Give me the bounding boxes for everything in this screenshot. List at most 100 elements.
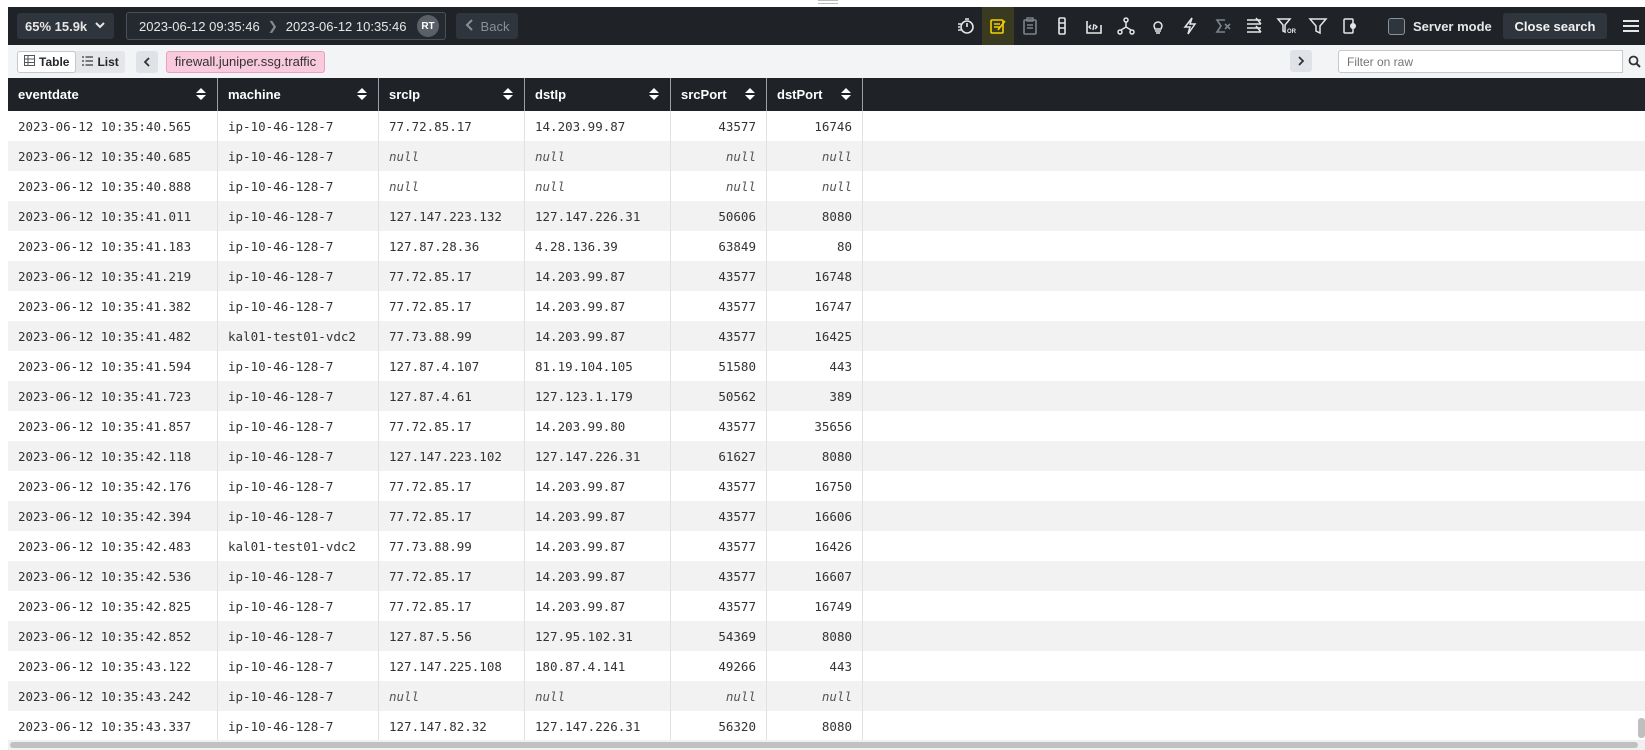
zoom-count-label: 65% 15.9k: [25, 18, 88, 34]
zoom-count-dropdown[interactable]: 65% 15.9k: [17, 13, 114, 39]
table-row[interactable]: 2023-06-12 10:35:41.594 ip-10-46-128-7 127…: [8, 351, 1645, 381]
table-cell-machine: ip-10-46-128-7: [218, 291, 379, 321]
table-cell-srcport: null: [671, 171, 767, 201]
time-range-picker[interactable]: 2023-06-12 09:35:46 ❯ 2023-06-12 10:35:4…: [126, 12, 446, 40]
table-row[interactable]: 2023-06-12 10:35:41.011 ip-10-46-128-7 127…: [8, 201, 1645, 231]
table-cell-eventdate: 2023-06-12 10:35:43.122: [8, 651, 218, 681]
next-tag-button[interactable]: [1290, 50, 1312, 72]
filter-raw-input[interactable]: [1338, 50, 1623, 73]
list-view-button[interactable]: List: [76, 51, 124, 73]
table-row[interactable]: 2023-06-12 10:35:43.337 ip-10-46-128-7 127…: [8, 711, 1645, 741]
horizontal-scrollbar[interactable]: [8, 740, 1645, 750]
filter-icon[interactable]: [1302, 7, 1334, 45]
table-row[interactable]: 2023-06-12 10:35:41.723 ip-10-46-128-7 127…: [8, 381, 1645, 411]
column-header-label: eventdate: [18, 87, 79, 102]
menu-icon[interactable]: [1619, 7, 1643, 45]
table-row[interactable]: 2023-06-12 10:35:42.852 ip-10-46-128-7 127…: [8, 621, 1645, 651]
columns-icon[interactable]: [1046, 7, 1078, 45]
table-cell-machine: ip-10-46-128-7: [218, 441, 379, 471]
table-row[interactable]: 2023-06-12 10:35:42.176 ip-10-46-128-7 77.…: [8, 471, 1645, 501]
table-cell-eventdate: 2023-06-12 10:35:41.382: [8, 291, 218, 321]
table-icon: [24, 54, 35, 69]
table-cell-eventdate: 2023-06-12 10:35:42.536: [8, 561, 218, 591]
table-cell-machine: ip-10-46-128-7: [218, 381, 379, 411]
filter-or-icon[interactable]: OR: [1270, 7, 1302, 45]
table-view-button[interactable]: Table: [17, 50, 77, 73]
table-cell-dstport: null: [767, 681, 863, 711]
column-header-dstport[interactable]: dstPort: [767, 78, 863, 111]
stacked-lines-icon[interactable]: [1238, 7, 1270, 45]
table-row[interactable]: 2023-06-12 10:35:40.888 ip-10-46-128-7 nul…: [8, 171, 1645, 201]
table-cell-dstip: null: [525, 681, 671, 711]
table-cell-machine: ip-10-46-128-7: [218, 621, 379, 651]
clear-formula-icon[interactable]: [1206, 7, 1238, 45]
table-row[interactable]: 2023-06-12 10:35:43.242 ip-10-46-128-7 nul…: [8, 681, 1645, 711]
column-header-dstip[interactable]: dstIp: [525, 78, 671, 111]
table-row[interactable]: 2023-06-12 10:35:42.536 ip-10-46-128-7 77.…: [8, 561, 1645, 591]
column-header-machine[interactable]: machine: [218, 78, 379, 111]
export-icon[interactable]: [1334, 7, 1366, 45]
server-mode-checkbox[interactable]: [1388, 17, 1405, 35]
table-row[interactable]: 2023-06-12 10:35:41.183 ip-10-46-128-7 127…: [8, 231, 1645, 261]
table-row[interactable]: 2023-06-12 10:35:43.122 ip-10-46-128-7 127…: [8, 651, 1645, 681]
sort-icon[interactable]: [648, 87, 660, 104]
table-cell-dstip: 127.95.102.31: [525, 621, 671, 651]
search-icon[interactable]: [1623, 50, 1645, 73]
vertical-scrollbar-thumb[interactable]: [1638, 718, 1645, 738]
table-cell-srcport: 43577: [671, 591, 767, 621]
highlight-icon[interactable]: [982, 7, 1014, 45]
table-cell-dstip: 14.203.99.87: [525, 111, 671, 141]
table-cell-dstip: 127.147.226.31: [525, 441, 671, 471]
table-row[interactable]: 2023-06-12 10:35:41.482 kal01-test01-vdc2…: [8, 321, 1645, 351]
table-cell-eventdate: 2023-06-12 10:35:42.394: [8, 501, 218, 531]
code-icon[interactable]: [1078, 7, 1110, 45]
table-cell-srcip: null: [379, 681, 525, 711]
lightning-icon[interactable]: [1174, 7, 1206, 45]
table-cell-srcport: 43577: [671, 111, 767, 141]
table-row[interactable]: 2023-06-12 10:35:42.118 ip-10-46-128-7 127…: [8, 441, 1645, 471]
realtime-badge[interactable]: RT: [417, 15, 439, 37]
horizontal-scrollbar-thumb[interactable]: [10, 742, 1638, 748]
svg-text:OR: OR: [1287, 29, 1296, 35]
resize-grip[interactable]: [818, 0, 838, 4]
view-toolbar: Table List firewall.juniper.ssg.traffic: [8, 45, 1645, 79]
network-icon[interactable]: [1110, 7, 1142, 45]
table-row[interactable]: 2023-06-12 10:35:41.857 ip-10-46-128-7 77.…: [8, 411, 1645, 441]
column-header-srcport[interactable]: srcPort: [671, 78, 767, 111]
back-button[interactable]: Back: [456, 13, 518, 39]
table-cell-dstip: 180.87.4.141: [525, 651, 671, 681]
prev-tag-button[interactable]: [135, 50, 158, 73]
stopwatch-icon[interactable]: [950, 7, 982, 45]
table-row[interactable]: 2023-06-12 10:35:42.483 kal01-test01-vdc2…: [8, 531, 1645, 561]
table-row[interactable]: 2023-06-12 10:35:40.565 ip-10-46-128-7 77.…: [8, 111, 1645, 141]
table-cell-srcip: null: [379, 171, 525, 201]
table-row[interactable]: 2023-06-12 10:35:40.685 ip-10-46-128-7 nul…: [8, 141, 1645, 171]
clipboard-icon[interactable]: [1014, 7, 1046, 45]
sort-icon[interactable]: [195, 87, 207, 104]
table-cell-eventdate: 2023-06-12 10:35:41.183: [8, 231, 218, 261]
column-header-label: dstPort: [777, 87, 823, 102]
close-search-button[interactable]: Close search: [1503, 13, 1607, 39]
column-header-eventdate[interactable]: eventdate: [8, 78, 218, 111]
table-row[interactable]: 2023-06-12 10:35:42.394 ip-10-46-128-7 77.…: [8, 501, 1645, 531]
table-cell-srcport: 43577: [671, 561, 767, 591]
table-cell-machine: ip-10-46-128-7: [218, 501, 379, 531]
table-cell-eventdate: 2023-06-12 10:35:42.852: [8, 621, 218, 651]
table-row[interactable]: 2023-06-12 10:35:41.219 ip-10-46-128-7 77.…: [8, 261, 1645, 291]
table-row[interactable]: 2023-06-12 10:35:42.825 ip-10-46-128-7 77.…: [8, 591, 1645, 621]
table-cell-dstport: 8080: [767, 621, 863, 651]
sort-icon[interactable]: [744, 87, 756, 104]
column-header-srcip[interactable]: srcIp: [379, 78, 525, 111]
table-cell-dstport: 16750: [767, 471, 863, 501]
table-cell-srcport: 43577: [671, 411, 767, 441]
sort-icon[interactable]: [502, 87, 514, 104]
lightbulb-icon[interactable]: [1142, 7, 1174, 45]
sort-icon[interactable]: [356, 87, 368, 104]
table-cell-machine: ip-10-46-128-7: [218, 351, 379, 381]
table-cell-srcip: 127.87.28.36: [379, 231, 525, 261]
data-source-tag[interactable]: firewall.juniper.ssg.traffic: [165, 50, 326, 73]
table-row[interactable]: 2023-06-12 10:35:41.382 ip-10-46-128-7 77.…: [8, 291, 1645, 321]
server-mode-toggle[interactable]: Server mode: [1388, 7, 1492, 45]
table-cell-machine: kal01-test01-vdc2: [218, 531, 379, 561]
sort-icon[interactable]: [840, 87, 852, 104]
